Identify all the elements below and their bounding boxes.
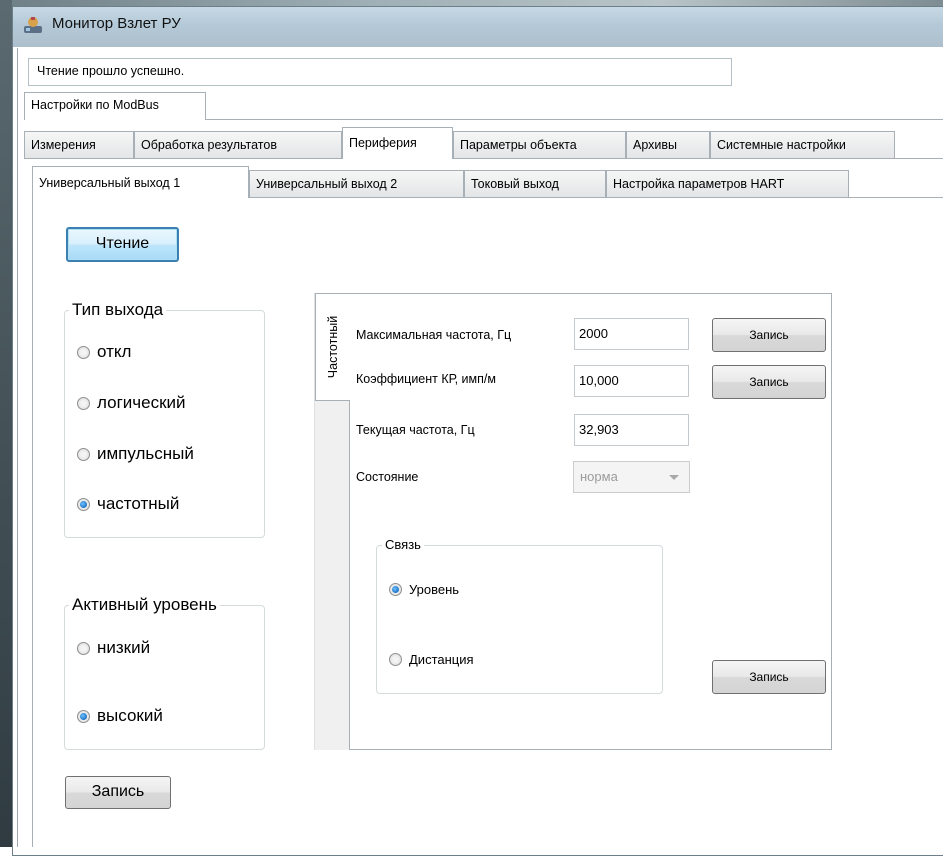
- current-freq-field[interactable]: 32,903: [574, 414, 689, 446]
- write-button[interactable]: Запись: [65, 776, 171, 809]
- chevron-down-icon: [669, 475, 679, 480]
- radio-circle[interactable]: [77, 497, 90, 511]
- tab-hart-settings[interactable]: Настройка параметров HART: [606, 170, 849, 198]
- link-title: Связь: [382, 537, 424, 552]
- coeff-label: Коэффициент КР, имп/м: [356, 372, 496, 386]
- max-freq-label: Максимальная частота, Гц: [356, 328, 512, 342]
- radio-circle[interactable]: [77, 641, 90, 655]
- app-icon: [22, 14, 44, 36]
- output-type-title: Тип выхода: [69, 300, 167, 320]
- radio-label: импульсный: [97, 444, 194, 463]
- max-freq-field[interactable]: 2000: [574, 318, 689, 350]
- tab-results-processing[interactable]: Обработка результатов: [134, 131, 342, 159]
- radio-label: откл: [97, 342, 132, 361]
- radio-link-distance[interactable]: Дистанция: [389, 652, 474, 667]
- tab-peripherals[interactable]: Периферия: [342, 127, 453, 159]
- link-group: [376, 545, 663, 694]
- radio-output-off[interactable]: откл: [77, 342, 131, 362]
- active-level-title: Активный уровень: [69, 595, 220, 615]
- tab-system-settings[interactable]: Системные настройки: [710, 131, 895, 159]
- tab-divider: [206, 119, 943, 120]
- state-label: Состояние: [356, 470, 419, 484]
- radio-circle[interactable]: [77, 396, 90, 410]
- read-button[interactable]: Чтение: [66, 227, 179, 262]
- radio-level-low[interactable]: низкий: [77, 638, 150, 658]
- coeff-field[interactable]: 10,000: [574, 365, 689, 397]
- radio-circle[interactable]: [389, 583, 402, 596]
- window-title: Монитор Взлет РУ: [52, 15, 181, 32]
- tab-frequency-label: Частотный: [325, 315, 340, 379]
- tab-modbus-settings[interactable]: Настройки по ModBus: [24, 92, 206, 120]
- state-combobox[interactable]: норма: [573, 461, 690, 493]
- radio-link-level[interactable]: Уровень: [389, 582, 459, 597]
- radio-output-logical[interactable]: логический: [77, 393, 186, 413]
- tab-universal-output-2[interactable]: Универсальный выход 2: [249, 170, 464, 198]
- active-level-group: [64, 605, 265, 750]
- tab-divider: [24, 158, 943, 159]
- radio-output-pulse[interactable]: импульсный: [77, 444, 194, 464]
- radio-level-high[interactable]: высокий: [77, 706, 163, 726]
- radio-label: высокий: [97, 706, 163, 725]
- radio-circle[interactable]: [77, 345, 90, 359]
- tab-archives[interactable]: Архивы: [626, 131, 710, 159]
- tab-object-params[interactable]: Параметры объекта: [453, 131, 626, 159]
- desktop-edge: [0, 0, 12, 847]
- radio-label: частотный: [97, 494, 180, 513]
- radio-circle[interactable]: [77, 709, 90, 723]
- radio-circle[interactable]: [389, 653, 402, 666]
- radio-label: Дистанция: [409, 652, 474, 667]
- tab-measurements[interactable]: Измерения: [24, 131, 134, 159]
- radio-label: низкий: [97, 638, 151, 657]
- radio-output-frequency[interactable]: частотный: [77, 494, 179, 514]
- radio-label: Уровень: [409, 582, 460, 597]
- tab-page-border: [32, 197, 33, 847]
- tab-universal-output-1[interactable]: Универсальный выход 1: [32, 166, 249, 198]
- link-write-button[interactable]: Запись: [712, 660, 826, 694]
- current-freq-label: Текущая частота, Гц: [356, 423, 475, 437]
- radio-circle[interactable]: [77, 447, 90, 461]
- coeff-write-button[interactable]: Запись: [712, 365, 826, 399]
- status-message-field: Чтение прошло успешно.: [28, 58, 732, 86]
- tab-current-output[interactable]: Токовый выход: [464, 170, 606, 198]
- max-freq-write-button[interactable]: Запись: [712, 318, 826, 352]
- state-value: норма: [580, 469, 618, 484]
- radio-label: логический: [97, 393, 186, 412]
